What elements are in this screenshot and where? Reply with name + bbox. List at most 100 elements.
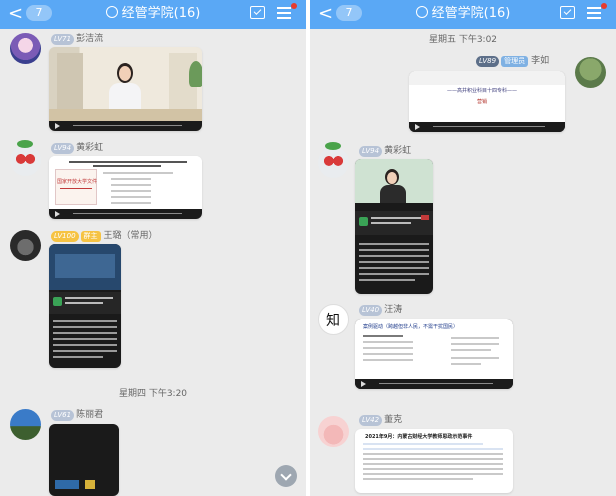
link-card xyxy=(355,211,433,235)
avatar-leaf xyxy=(325,142,341,150)
sender-row: LV94 黄彩虹 xyxy=(359,145,411,157)
article-line xyxy=(53,344,117,346)
video-frame-content xyxy=(55,254,115,278)
sender-row: LV94 黄彩虹 xyxy=(51,142,103,154)
sender-name: 黄彩虹 xyxy=(384,146,412,156)
sender-name: 汪涛 xyxy=(384,305,403,315)
sender-name: 彭洁流 xyxy=(76,34,104,44)
play-icon[interactable] xyxy=(415,124,420,130)
progress-bar[interactable] xyxy=(433,126,545,127)
notification-dot xyxy=(601,3,607,9)
presenter-body xyxy=(380,185,406,203)
video-controls[interactable] xyxy=(49,121,202,131)
play-icon[interactable] xyxy=(55,211,60,217)
article-line xyxy=(359,261,429,263)
chat-title-text: 经管学院(16) xyxy=(121,6,201,21)
link-text-line xyxy=(371,222,411,224)
article-line xyxy=(359,243,429,245)
document-thumbnail: 国家开放大学文件 xyxy=(55,169,97,205)
article-line xyxy=(53,338,117,340)
video-message[interactable]: ——高并积业科目十四专科—— 营销 xyxy=(409,71,565,132)
article-line xyxy=(359,255,429,257)
document-message[interactable]: 国家开放大学文件 xyxy=(49,156,202,219)
slide-text-line xyxy=(93,165,161,167)
video-message[interactable]: 案例驱动（跨越但非人民，不需干扰国民） xyxy=(355,319,513,389)
owner-badge: 群主 xyxy=(80,231,101,242)
level-badge: LV42 xyxy=(359,415,383,426)
progress-bar[interactable] xyxy=(73,213,182,214)
checkin-calendar-icon[interactable] xyxy=(250,6,265,19)
slide-title: 案例驱动（跨越但非人民，不需干扰国民） xyxy=(363,324,459,330)
level-badge: LV40 xyxy=(359,305,383,316)
wechat-icon xyxy=(53,297,62,306)
document-title: 国家开放大学文件 xyxy=(57,179,98,185)
article-line xyxy=(359,267,429,269)
slide-text-line xyxy=(363,353,413,355)
sender-row: LV40 汪涛 xyxy=(359,304,402,316)
level-badge: LV100 xyxy=(51,231,79,242)
screenshot-message[interactable] xyxy=(49,424,119,496)
avatar[interactable]: 知 xyxy=(318,304,349,335)
slide-text-line xyxy=(69,161,187,163)
timestamp: 星期五 下午3:02 xyxy=(428,35,498,45)
sender-row: LV71 彭洁流 xyxy=(51,33,103,45)
slide-text-line xyxy=(363,341,413,343)
header-bar: < 7 经管学院(16) xyxy=(310,0,616,29)
level-badge: LV94 xyxy=(359,146,383,157)
link-card xyxy=(49,292,121,314)
play-icon[interactable] xyxy=(361,381,366,387)
sender-row: LV100 群主 王璐（常用） xyxy=(51,230,158,242)
slide-text-line xyxy=(111,184,151,186)
slide-text: ——高并积业科目十四专科—— xyxy=(447,88,518,94)
sender-row: LV42 董克 xyxy=(359,414,402,426)
slide-text-line xyxy=(363,335,403,337)
link-text-line xyxy=(65,302,103,304)
link-text-line xyxy=(371,217,421,219)
scroll-to-bottom-button[interactable] xyxy=(275,465,297,487)
article-line xyxy=(53,350,117,352)
slide-thumbnail: ——高并积业科目十四专科—— 营销 xyxy=(409,71,565,122)
admin-badge: 管理员 xyxy=(501,56,529,67)
menu-icon[interactable] xyxy=(587,7,601,19)
avatar[interactable] xyxy=(10,145,41,176)
slide-text-line xyxy=(363,468,503,470)
slide-text-line xyxy=(111,202,151,204)
timestamp: 星期四 下午3:20 xyxy=(118,389,188,399)
link-text-line xyxy=(65,297,113,299)
avatar[interactable] xyxy=(10,230,41,261)
video-controls[interactable] xyxy=(49,209,202,219)
slide-thumbnail: 案例驱动（跨越但非人民，不需干扰国民） xyxy=(355,319,513,379)
article-line xyxy=(53,332,117,334)
slide-text-line xyxy=(363,448,503,450)
plant-image xyxy=(189,61,202,87)
article-line xyxy=(359,273,429,275)
presenter-face xyxy=(387,172,397,184)
video-controls[interactable] xyxy=(409,122,565,132)
checkin-calendar-icon[interactable] xyxy=(560,6,575,19)
progress-bar[interactable] xyxy=(379,383,493,384)
document-rule xyxy=(60,188,92,189)
avatar[interactable] xyxy=(10,33,41,64)
video-message[interactable] xyxy=(49,47,202,131)
screenshot-message[interactable] xyxy=(49,244,121,368)
sender-row: LV61 陈丽君 xyxy=(51,409,103,421)
avatar[interactable] xyxy=(10,409,41,440)
slide-text-line xyxy=(363,458,503,460)
slide-text-line xyxy=(111,190,151,192)
slide-text-line xyxy=(111,178,151,180)
slide-text-line xyxy=(451,363,481,365)
avatar[interactable] xyxy=(318,147,349,178)
menu-icon[interactable] xyxy=(277,7,291,19)
avatar[interactable] xyxy=(318,416,349,447)
play-icon[interactable] xyxy=(55,123,60,129)
tag xyxy=(421,215,429,220)
screenshot-message[interactable] xyxy=(355,159,433,294)
avatar[interactable] xyxy=(575,57,606,88)
progress-bar[interactable] xyxy=(73,125,182,126)
sender-name: 李如 xyxy=(531,56,550,66)
wechat-icon xyxy=(359,217,368,226)
article-line xyxy=(53,356,103,358)
video-message[interactable]: 2021年9月：内蒙古财经大学教师思政示范事件 xyxy=(355,429,513,493)
video-controls[interactable] xyxy=(355,379,513,389)
avatar-leaf xyxy=(17,140,33,148)
